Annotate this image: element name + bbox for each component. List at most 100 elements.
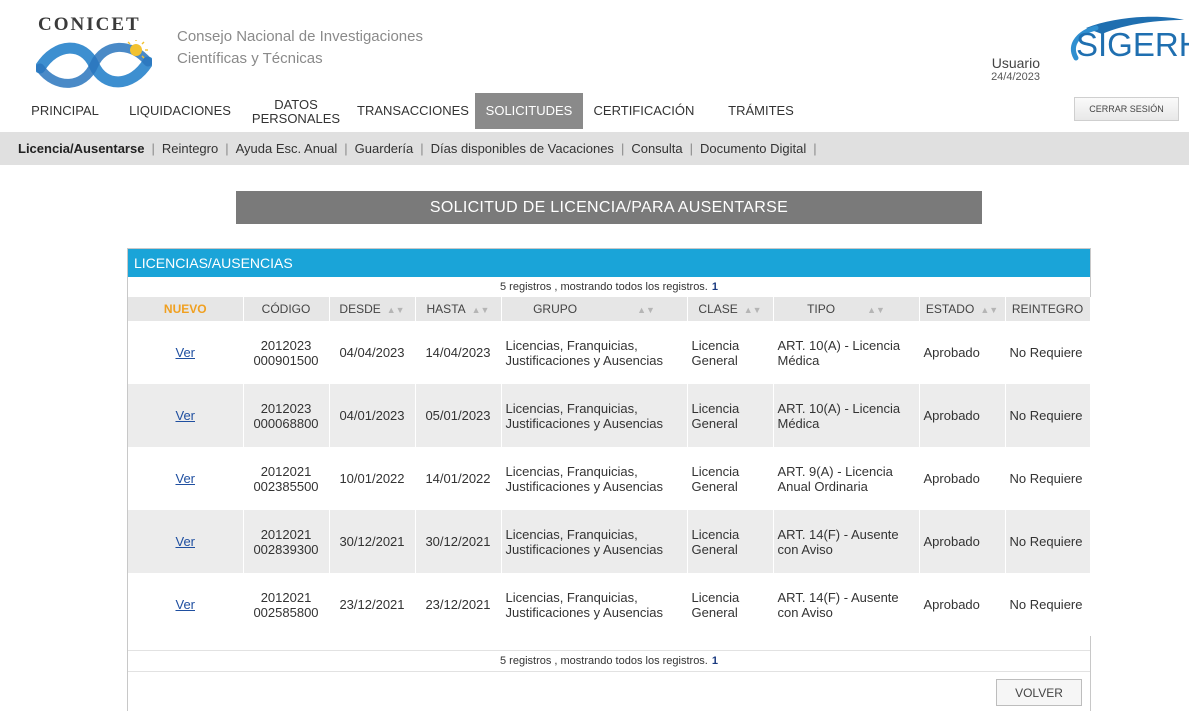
cell-grupo: Licencias, Franquicias, Justificaciones … [501,447,688,510]
nav-item-solicitudes[interactable]: SOLICITUDES [475,93,583,129]
user-label[interactable]: Usuario [960,55,1040,71]
sort-icon: ▲▼ [471,305,490,315]
column-header-clase[interactable]: CLASE ▲▼ [687,297,774,321]
table-row: Ver 2012021 002385500 10/01/2022 14/01/20… [128,447,1091,510]
cell-hasta: 14/01/2022 [415,447,502,510]
records-text: 5 registros , mostrando todos los regist… [500,655,708,667]
codigo-line2: 000901500 [253,352,319,368]
cell-tipo: ART. 14(F) - Ausente con Aviso [773,573,920,636]
header: CONICET Consejo Nacional de Investigacio… [0,0,1189,92]
subnav-item-guarderia[interactable]: Guardería [355,141,414,156]
cell-reintegro: No Requiere [1005,447,1091,510]
cell-ver: Ver [128,573,244,636]
column-label: GRUPO [533,302,578,316]
ver-link[interactable]: Ver [175,471,195,486]
ver-link[interactable]: Ver [175,408,195,423]
column-header-reintegro[interactable]: REINTEGRO [1005,297,1091,321]
cell-grupo: Licencias, Franquicias, Justificaciones … [501,321,688,384]
subnav-item-documento-digital[interactable]: Documento Digital [700,141,806,156]
cell-reintegro: No Requiere [1005,321,1091,384]
table-header-row: NUEVO CÓDIGO DESDE ▲▼ HASTA ▲▼ GRUPO ▲▼ CLA… [128,297,1091,321]
cell-estado: Aprobado [919,510,1006,573]
cell-estado: Aprobado [919,447,1006,510]
subnav-separator: | [813,141,817,156]
cell-desde: 04/01/2023 [329,384,416,447]
subnav-item-dias-vacaciones[interactable]: Días disponibles de Vacaciones [431,141,614,156]
column-header-desde[interactable]: DESDE ▲▼ [329,297,416,321]
licencias-panel: LICENCIAS/AUSENCIAS 5 registros , mostra… [127,248,1091,711]
cell-ver: Ver [128,447,244,510]
org-name: Consejo Nacional de Investigaciones Cien… [177,26,423,70]
column-label: HASTA [426,302,466,316]
subnav-item-reintegro[interactable]: Reintegro [162,141,218,156]
records-summary: 5 registros , mostrando todos los regist… [128,277,1090,297]
cell-tipo: ART. 10(A) - Licencia Médica [773,384,920,447]
cell-grupo: Licencias, Franquicias, Justificaciones … [501,384,688,447]
subnav-item-licencia[interactable]: Licencia/Ausentarse [18,141,144,156]
column-header-nuevo[interactable]: NUEVO [128,297,244,321]
nav-item-datos-personales[interactable]: DATOS PERSONALES [243,93,349,129]
cell-clase: Licencia General [687,510,774,573]
sub-nav: Licencia/Ausentarse | Reintegro | Ayuda Es… [0,132,1189,165]
codigo-line2: 002385500 [253,478,319,494]
conicet-logo-icon [36,40,152,88]
cell-desde: 30/12/2021 [329,510,416,573]
subnav-separator: | [151,141,155,156]
cell-ver: Ver [128,321,244,384]
column-label: REINTEGRO [1011,302,1084,316]
records-text: 5 registros , mostrando todos los regist… [500,281,708,293]
sort-icon: ▲▼ [867,305,885,315]
back-button[interactable]: VOLVER [996,679,1082,706]
table-row: Ver 2012021 002585800 23/12/2021 23/12/20… [128,573,1091,636]
column-header-estado[interactable]: ESTADO ▲▼ [919,297,1006,321]
column-header-codigo[interactable]: CÓDIGO [243,297,330,321]
column-label: CLASE [698,302,738,316]
column-header-hasta[interactable]: HASTA ▲▼ [415,297,502,321]
subnav-item-ayuda-escolar[interactable]: Ayuda Esc. Anual [236,141,338,156]
sort-icon: ▲▼ [637,305,655,315]
table-row: Ver 2012021 002839300 30/12/2021 30/12/20… [128,510,1091,573]
codigo-line2: 002839300 [253,541,319,557]
sort-icon: ▲▼ [980,305,999,315]
cell-codigo: 2012021 002839300 [243,510,330,573]
cell-desde: 23/12/2021 [329,573,416,636]
records-page-link[interactable]: 1 [712,281,718,293]
cell-clase: Licencia General [687,321,774,384]
ver-link[interactable]: Ver [175,345,195,360]
page-title: SOLICITUD DE LICENCIA/PARA AUSENTARSE [236,191,982,224]
column-label: DESDE [339,302,381,316]
column-label: ESTADO [925,302,975,316]
cell-desde: 10/01/2022 [329,447,416,510]
column-label: CÓDIGO [261,302,311,316]
subnav-item-consulta[interactable]: Consulta [631,141,682,156]
main-nav: PRINCIPAL LIQUIDACIONES DATOS PERSONALES… [0,93,1189,129]
sort-icon: ▲▼ [743,305,762,315]
cell-desde: 04/04/2023 [329,321,416,384]
table-row: Ver 2012023 000068800 04/01/2023 05/01/20… [128,384,1091,447]
current-date: 24/4/2023 [991,71,1040,83]
subnav-separator: | [225,141,229,156]
nav-item-principal[interactable]: PRINCIPAL [22,93,108,129]
cell-codigo: 2012023 000068800 [243,384,330,447]
cell-ver: Ver [128,384,244,447]
nav-item-liquidaciones[interactable]: LIQUIDACIONES [122,93,238,129]
ver-link[interactable]: Ver [175,597,195,612]
codigo-line1: 2012021 [260,463,312,479]
cell-hasta: 30/12/2021 [415,510,502,573]
nav-item-certificacion[interactable]: CERTIFICACIÓN [585,93,703,129]
cell-tipo: ART. 9(A) - Licencia Anual Ordinaria [773,447,920,510]
records-page-link[interactable]: 1 [712,655,718,667]
ver-link[interactable]: Ver [175,534,195,549]
codigo-line1: 2012021 [260,589,312,605]
subnav-separator: | [689,141,694,156]
column-header-tipo[interactable]: TIPO ▲▼ [773,297,920,321]
nav-item-transacciones[interactable]: TRANSACCIONES [352,93,474,129]
licencias-table: NUEVO CÓDIGO DESDE ▲▼ HASTA ▲▼ GRUPO ▲▼ CLA… [128,297,1091,636]
nav-item-tramites[interactable]: TRÁMITES [714,93,808,129]
cell-hasta: 23/12/2021 [415,573,502,636]
cell-hasta: 05/01/2023 [415,384,502,447]
cell-hasta: 14/04/2023 [415,321,502,384]
logout-button[interactable]: CERRAR SESIÓN [1074,97,1179,121]
column-header-grupo[interactable]: GRUPO ▲▼ [501,297,688,321]
cell-grupo: Licencias, Franquicias, Justificaciones … [501,510,688,573]
